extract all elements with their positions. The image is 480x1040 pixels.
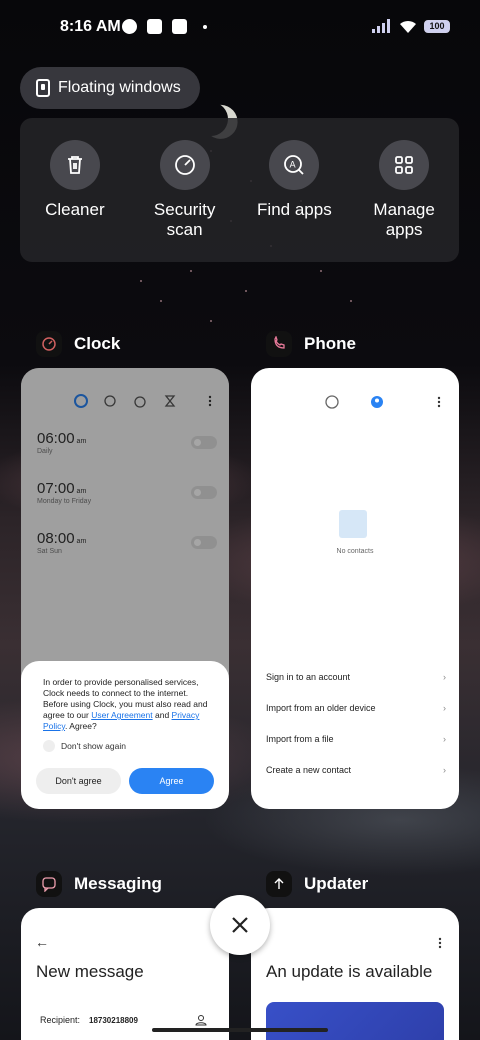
messaging-app-icon — [36, 871, 62, 897]
chevron-right-icon: › — [443, 703, 446, 713]
consent-text: In order to provide personalised service… — [43, 677, 208, 731]
signal-icon — [372, 19, 390, 33]
phone-app-card[interactable]: No contacts Sign in to an account › Impor… — [251, 368, 459, 809]
cleaner-button[interactable]: Cleaner — [25, 140, 125, 262]
status-bar: 8:16 AM 100 — [0, 0, 480, 56]
updater-app-header[interactable]: Updater — [266, 871, 368, 897]
chevron-right-icon: › — [443, 765, 446, 775]
close-all-button[interactable] — [210, 895, 270, 955]
updater-app-card[interactable]: An update is available — [251, 908, 459, 1040]
messaging-title: Messaging — [74, 874, 162, 893]
dont-show-again-checkbox[interactable]: Don't show again — [43, 740, 215, 752]
upload-notification-icon — [172, 19, 187, 34]
chevron-right-icon: › — [443, 672, 446, 682]
quick-tools-panel: Cleaner Security scan A Find apps Manage… — [20, 118, 459, 262]
import-older-device-row[interactable]: Import from an older device › — [266, 703, 446, 713]
chevron-right-icon: › — [443, 734, 446, 744]
consent-dialog: In order to provide personalised service… — [21, 661, 229, 809]
grid-icon — [379, 140, 430, 190]
status-time: 8:16 AM — [60, 18, 121, 35]
floating-window-icon — [36, 79, 50, 97]
clock-app-icon — [36, 331, 62, 357]
dot-icon — [203, 24, 207, 29]
floating-windows-button[interactable]: Floating windows — [20, 67, 200, 109]
update-banner-image — [266, 1002, 444, 1040]
trash-icon — [49, 140, 100, 190]
dont-agree-button[interactable]: Don't agree — [36, 768, 121, 794]
import-file-row[interactable]: Import from a file › — [266, 734, 446, 744]
back-arrow-icon[interactable]: ← — [35, 934, 49, 950]
sign-in-row[interactable]: Sign in to an account › — [266, 672, 446, 682]
svg-text:A: A — [290, 161, 297, 171]
phone-tabs — [325, 395, 441, 409]
notification-icons — [122, 19, 207, 34]
floating-windows-label: Floating windows — [58, 79, 181, 96]
manage-apps-button[interactable]: Manage apps — [354, 140, 454, 262]
recipient-value: 18730218809 — [89, 1016, 138, 1025]
phone-app-header[interactable]: Phone — [266, 331, 356, 357]
create-contact-row[interactable]: Create a new contact › — [266, 765, 446, 775]
wifi-icon — [400, 20, 416, 33]
contact-picker-icon[interactable] — [195, 1014, 207, 1026]
checkbox-icon — [43, 740, 55, 752]
clock-app-card[interactable]: 06:00 am Daily 07:00 am Monday to Friday 0… — [21, 368, 229, 809]
find-apps-button[interactable]: A Find apps — [244, 140, 344, 262]
agree-button[interactable]: Agree — [129, 768, 214, 794]
home-indicator[interactable] — [152, 1028, 328, 1032]
phone-title: Phone — [304, 334, 356, 353]
updater-app-icon — [266, 871, 292, 897]
close-icon — [232, 917, 248, 933]
more-options-icon[interactable] — [437, 936, 443, 950]
clock-app-header[interactable]: Clock — [36, 331, 120, 357]
battery-icon: 100 — [424, 19, 450, 33]
app-notification-icon — [122, 19, 137, 34]
messaging-app-card[interactable]: ← New message Recipient: 18730218809 — [21, 908, 229, 1040]
update-available-text: An update is available — [266, 962, 433, 981]
gauge-icon — [159, 140, 210, 190]
new-message-title: New message — [36, 962, 144, 981]
recipient-label: Recipient: — [40, 1015, 81, 1025]
security-scan-button[interactable]: Security scan — [135, 140, 235, 262]
clock-title: Clock — [74, 334, 121, 353]
system-icons: 100 — [372, 19, 450, 33]
phone-app-icon — [266, 331, 292, 357]
contact-placeholder-icon — [339, 510, 367, 538]
square-notification-icon — [147, 19, 162, 34]
messaging-app-header[interactable]: Messaging — [36, 871, 162, 897]
no-contacts-text: No contacts — [336, 548, 374, 555]
user-agreement-link[interactable]: User Agreement — [91, 710, 152, 720]
search-apps-icon: A — [269, 140, 320, 190]
updater-title: Updater — [304, 874, 369, 893]
